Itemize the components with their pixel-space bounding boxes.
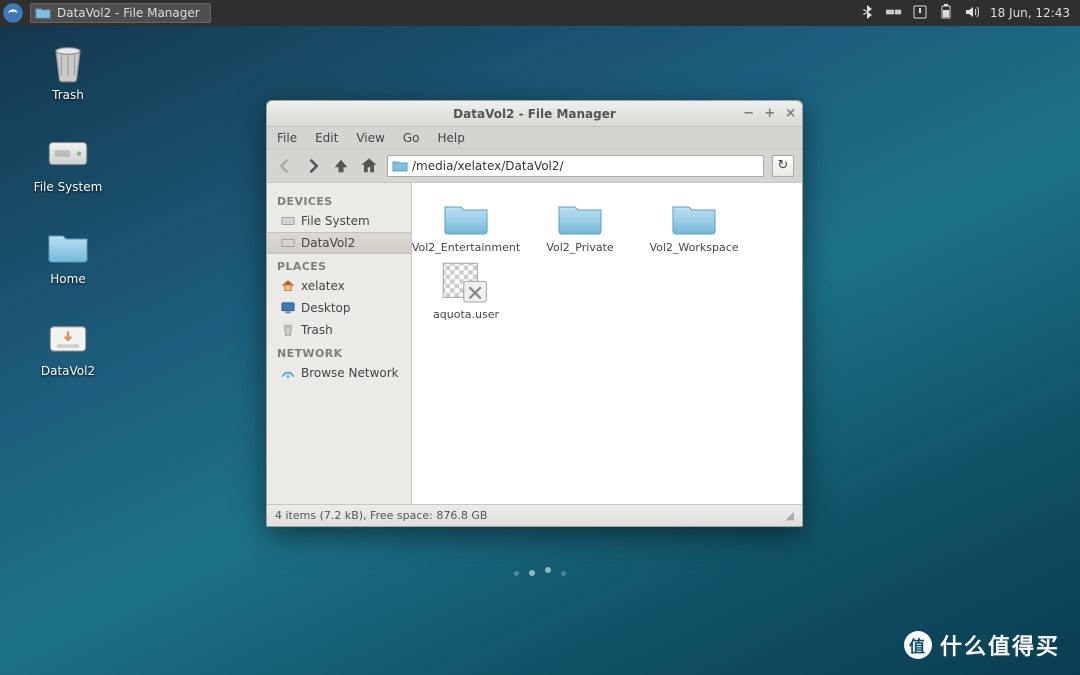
desktop-icon-label: File System	[34, 180, 103, 194]
dot-icon	[561, 571, 566, 576]
desktop-icon-label: Home	[50, 272, 85, 286]
file-label: Vol2_Private	[546, 241, 613, 254]
pager-dots	[514, 570, 566, 576]
folder-icon	[441, 197, 491, 237]
sidebar-heading-network: NETWORK	[267, 341, 411, 362]
sidebar-item-browse-network[interactable]: Browse Network	[267, 362, 411, 384]
home-icon	[281, 279, 295, 293]
sidebar-item-label: Browse Network	[301, 366, 399, 380]
clock[interactable]: 18 Jun, 12:43	[990, 6, 1070, 20]
desktop-icon-trash[interactable]: Trash	[28, 40, 108, 102]
sidebar-heading-devices: DEVICES	[267, 189, 411, 210]
window-title: DataVol2 - File Manager	[453, 107, 616, 121]
sidebar-item-label: File System	[301, 214, 370, 228]
sidebar-item-label: Desktop	[301, 301, 351, 315]
file-item[interactable]: aquota.user	[424, 264, 508, 321]
file-label: aquota.user	[433, 308, 499, 321]
sidebar-item-filesystem[interactable]: File System	[267, 210, 411, 232]
watermark: 值 什么值得买	[904, 629, 1060, 661]
window-maximize-button[interactable]: +	[764, 106, 775, 121]
menubar: File Edit View Go Help	[267, 127, 802, 149]
network-icon	[281, 366, 295, 380]
sidebar-item-desktop[interactable]: Desktop	[267, 297, 411, 319]
desktop-icon-label: Trash	[52, 88, 84, 102]
menu-edit[interactable]: Edit	[315, 131, 338, 145]
file-manager-window: DataVol2 - File Manager − + × File Edit …	[266, 100, 803, 527]
desktop-icons: Trash File System Home DataVol2	[28, 40, 108, 378]
desktop-icon-datavol2[interactable]: DataVol2	[28, 316, 108, 378]
taskbar-item-file-manager[interactable]: DataVol2 - File Manager	[30, 3, 211, 23]
folder-item[interactable]: Vol2_Private	[538, 197, 622, 254]
dot-icon	[514, 571, 519, 576]
folder-item[interactable]: Vol2_Entertainment	[424, 197, 508, 254]
nav-home-button[interactable]	[359, 156, 379, 176]
dot-icon	[529, 570, 535, 576]
desktop-icon-label: DataVol2	[41, 364, 95, 378]
file-view[interactable]: Vol2_Entertainment Vol2_Private Vol2_Wor…	[412, 183, 802, 504]
file-label: Vol2_Entertainment	[412, 241, 520, 254]
file-label: Vol2_Workspace	[649, 241, 738, 254]
trash-icon	[281, 323, 295, 337]
bluetooth-icon[interactable]	[860, 4, 876, 23]
folder-icon	[392, 158, 408, 174]
window-close-button[interactable]: ×	[785, 106, 796, 121]
unknown-file-icon	[441, 264, 491, 304]
resize-grip-icon[interactable]: ◢	[786, 509, 794, 522]
nav-back-button[interactable]	[275, 156, 295, 176]
taskbar-item-label: DataVol2 - File Manager	[57, 6, 200, 20]
menu-view[interactable]: View	[356, 131, 384, 145]
desktop-icon-home[interactable]: Home	[28, 224, 108, 286]
path-bar[interactable]: /media/xelatex/DataVol2/	[387, 155, 764, 177]
sidebar-item-trash[interactable]: Trash	[267, 319, 411, 341]
toolbar: /media/xelatex/DataVol2/ ↻	[267, 149, 802, 183]
nav-forward-button[interactable]	[303, 156, 323, 176]
sidebar-item-label: xelatex	[301, 279, 345, 293]
desktop-icon	[281, 301, 295, 315]
folder-item[interactable]: Vol2_Workspace	[652, 197, 736, 254]
reload-button[interactable]: ↻	[772, 155, 794, 177]
path-text: /media/xelatex/DataVol2/	[412, 159, 564, 173]
sidebar-item-datavol2[interactable]: DataVol2	[267, 232, 411, 254]
system-tray: 18 Jun, 12:43	[860, 4, 1080, 23]
battery-icon[interactable]	[938, 4, 954, 23]
menu-file[interactable]: File	[277, 131, 297, 145]
window-minimize-button[interactable]: −	[743, 106, 754, 121]
menu-help[interactable]: Help	[437, 131, 464, 145]
sidebar-item-label: DataVol2	[301, 236, 355, 250]
sidebar-item-label: Trash	[301, 323, 333, 337]
statusbar: 4 items (7.2 kB), Free space: 876.8 GB ◢	[267, 504, 802, 526]
dot-icon	[545, 567, 551, 573]
watermark-text: 什么值得买	[940, 629, 1060, 661]
menu-icon[interactable]	[0, 0, 26, 26]
drive-icon	[46, 132, 90, 176]
nav-up-button[interactable]	[331, 156, 351, 176]
window-titlebar[interactable]: DataVol2 - File Manager − + ×	[267, 101, 802, 127]
folder-icon	[46, 224, 90, 268]
volume-icon[interactable]	[964, 4, 980, 23]
network-icon[interactable]	[886, 4, 902, 23]
top-panel: DataVol2 - File Manager 18 Jun, 12:43	[0, 0, 1080, 26]
update-icon[interactable]	[912, 4, 928, 23]
sidebar-item-home[interactable]: xelatex	[267, 275, 411, 297]
external-drive-icon	[46, 316, 90, 360]
sidebar: DEVICES File System DataVol2 PLACES xela…	[267, 183, 412, 504]
desktop-icon-filesystem[interactable]: File System	[28, 132, 108, 194]
watermark-badge-icon: 值	[904, 631, 932, 659]
folder-icon	[669, 197, 719, 237]
menu-go[interactable]: Go	[403, 131, 420, 145]
folder-icon	[555, 197, 605, 237]
sidebar-heading-places: PLACES	[267, 254, 411, 275]
drive-icon	[281, 236, 295, 250]
status-text: 4 items (7.2 kB), Free space: 876.8 GB	[275, 509, 487, 522]
trash-icon	[46, 40, 90, 84]
drive-icon	[281, 214, 295, 228]
